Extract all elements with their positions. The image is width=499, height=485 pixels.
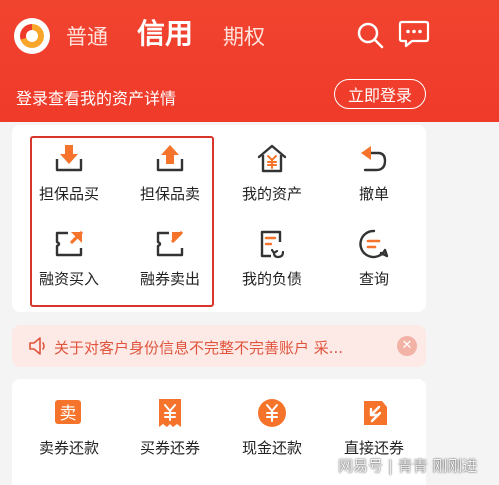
search-icon[interactable] (356, 21, 384, 49)
grid-label: 卖券还款 (38, 439, 99, 457)
yen-receipt-icon (159, 399, 181, 427)
highlight-box (30, 136, 214, 307)
app-logo (14, 18, 50, 54)
undo-arrow-icon (361, 146, 387, 172)
grid-label: 现金还款 (241, 439, 302, 457)
tab-option[interactable]: 期权 (223, 27, 265, 48)
notice-bar[interactable]: 关于对客户身份信息不完整不完善账户 采... ✕ (12, 325, 426, 367)
grid-label: 撤单 (358, 185, 389, 203)
grid-label: 查询 (358, 270, 389, 288)
repay-item-buy-return[interactable]: 买券还券 (120, 397, 220, 458)
close-icon[interactable]: ✕ (397, 336, 417, 356)
login-prompt: 登录查看我的资产详情 (16, 89, 177, 108)
grid-item-query[interactable]: 查询 (324, 228, 424, 289)
tab-credit[interactable]: 信用 (137, 20, 193, 48)
watermark: 网易号 | 青青 刚刚进 (338, 457, 478, 475)
grid-label: 买券还券 (139, 439, 200, 457)
grid-item-my-assets[interactable]: 我的资产 (222, 143, 322, 204)
tab-normal[interactable]: 普通 (66, 27, 108, 48)
repay-item-direct-return[interactable]: 直接还券 (324, 397, 424, 458)
svg-text:卖: 卖 (60, 404, 77, 424)
repay-item-cash-repay[interactable]: 现金还款 (222, 397, 322, 458)
grid-item-my-liabilities[interactable]: 我的负债 (222, 228, 322, 289)
grid-label: 我的资产 (241, 185, 302, 203)
grid-label: 我的负债 (241, 270, 302, 288)
sell-stamp-icon: 卖 (55, 400, 81, 424)
yen-coin-icon (258, 399, 286, 427)
search-chat-icon (359, 229, 389, 259)
login-button[interactable]: 立即登录 (334, 79, 426, 109)
direct-return-icon (364, 401, 387, 425)
house-yen-icon (257, 144, 287, 173)
speaker-icon (29, 337, 45, 355)
repay-item-sell-repay[interactable]: 卖 卖券还款 (19, 397, 119, 458)
message-icon[interactable] (398, 19, 430, 49)
grid-item-cancel-order[interactable]: 撤单 (324, 143, 424, 204)
notice-text: 关于对客户身份信息不完整不完善账户 采... (54, 339, 344, 357)
liability-document-icon (260, 230, 285, 259)
